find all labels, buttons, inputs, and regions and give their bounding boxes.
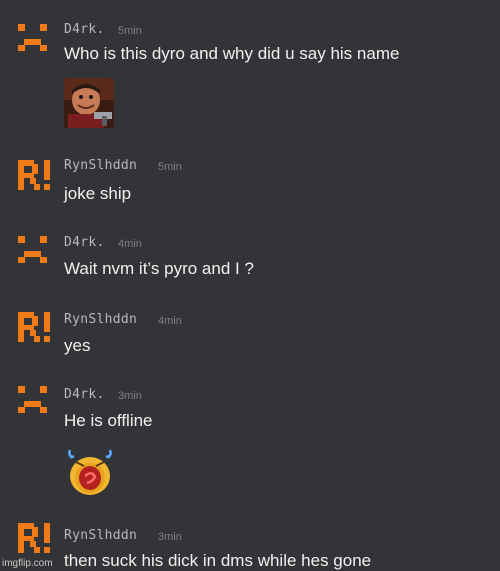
meme-image-attachment[interactable] bbox=[64, 78, 114, 128]
username[interactable]: RynSlhddn bbox=[64, 528, 137, 543]
username[interactable]: RynSlhddn bbox=[64, 312, 137, 327]
r-exclaim-avatar-icon[interactable] bbox=[14, 519, 54, 559]
message-text: yes bbox=[64, 336, 91, 355]
sad-face-avatar-icon[interactable] bbox=[14, 20, 54, 60]
username[interactable]: RynSlhddn bbox=[64, 158, 137, 173]
r-exclaim-avatar-icon[interactable] bbox=[14, 156, 54, 196]
message-text: then suck his dick in dms while hes gone bbox=[64, 551, 372, 570]
r-exclaim-avatar-icon[interactable] bbox=[14, 308, 54, 348]
message-text: He is offline bbox=[64, 411, 153, 430]
message-text: Who is this dyro and why did u say his n… bbox=[64, 44, 400, 63]
message-text: joke ship bbox=[64, 184, 132, 203]
message-text: Wait nvm it’s pyro and I ? bbox=[64, 259, 254, 278]
username[interactable]: D4rk. bbox=[64, 235, 105, 250]
timestamp: 5min bbox=[118, 25, 142, 37]
username[interactable]: D4rk. bbox=[64, 387, 105, 402]
username[interactable]: D4rk. bbox=[64, 22, 105, 37]
timestamp: 3min bbox=[118, 390, 142, 402]
timestamp: 3min bbox=[158, 531, 182, 543]
sad-face-avatar-icon[interactable] bbox=[14, 232, 54, 272]
timestamp: 4min bbox=[158, 315, 182, 327]
sad-face-avatar-icon[interactable] bbox=[14, 382, 54, 422]
timestamp: 4min bbox=[118, 238, 142, 250]
timestamp: 5min bbox=[158, 161, 182, 173]
watermark: imgflip.com bbox=[2, 558, 53, 569]
crying-emoji-sticker[interactable] bbox=[64, 448, 116, 498]
